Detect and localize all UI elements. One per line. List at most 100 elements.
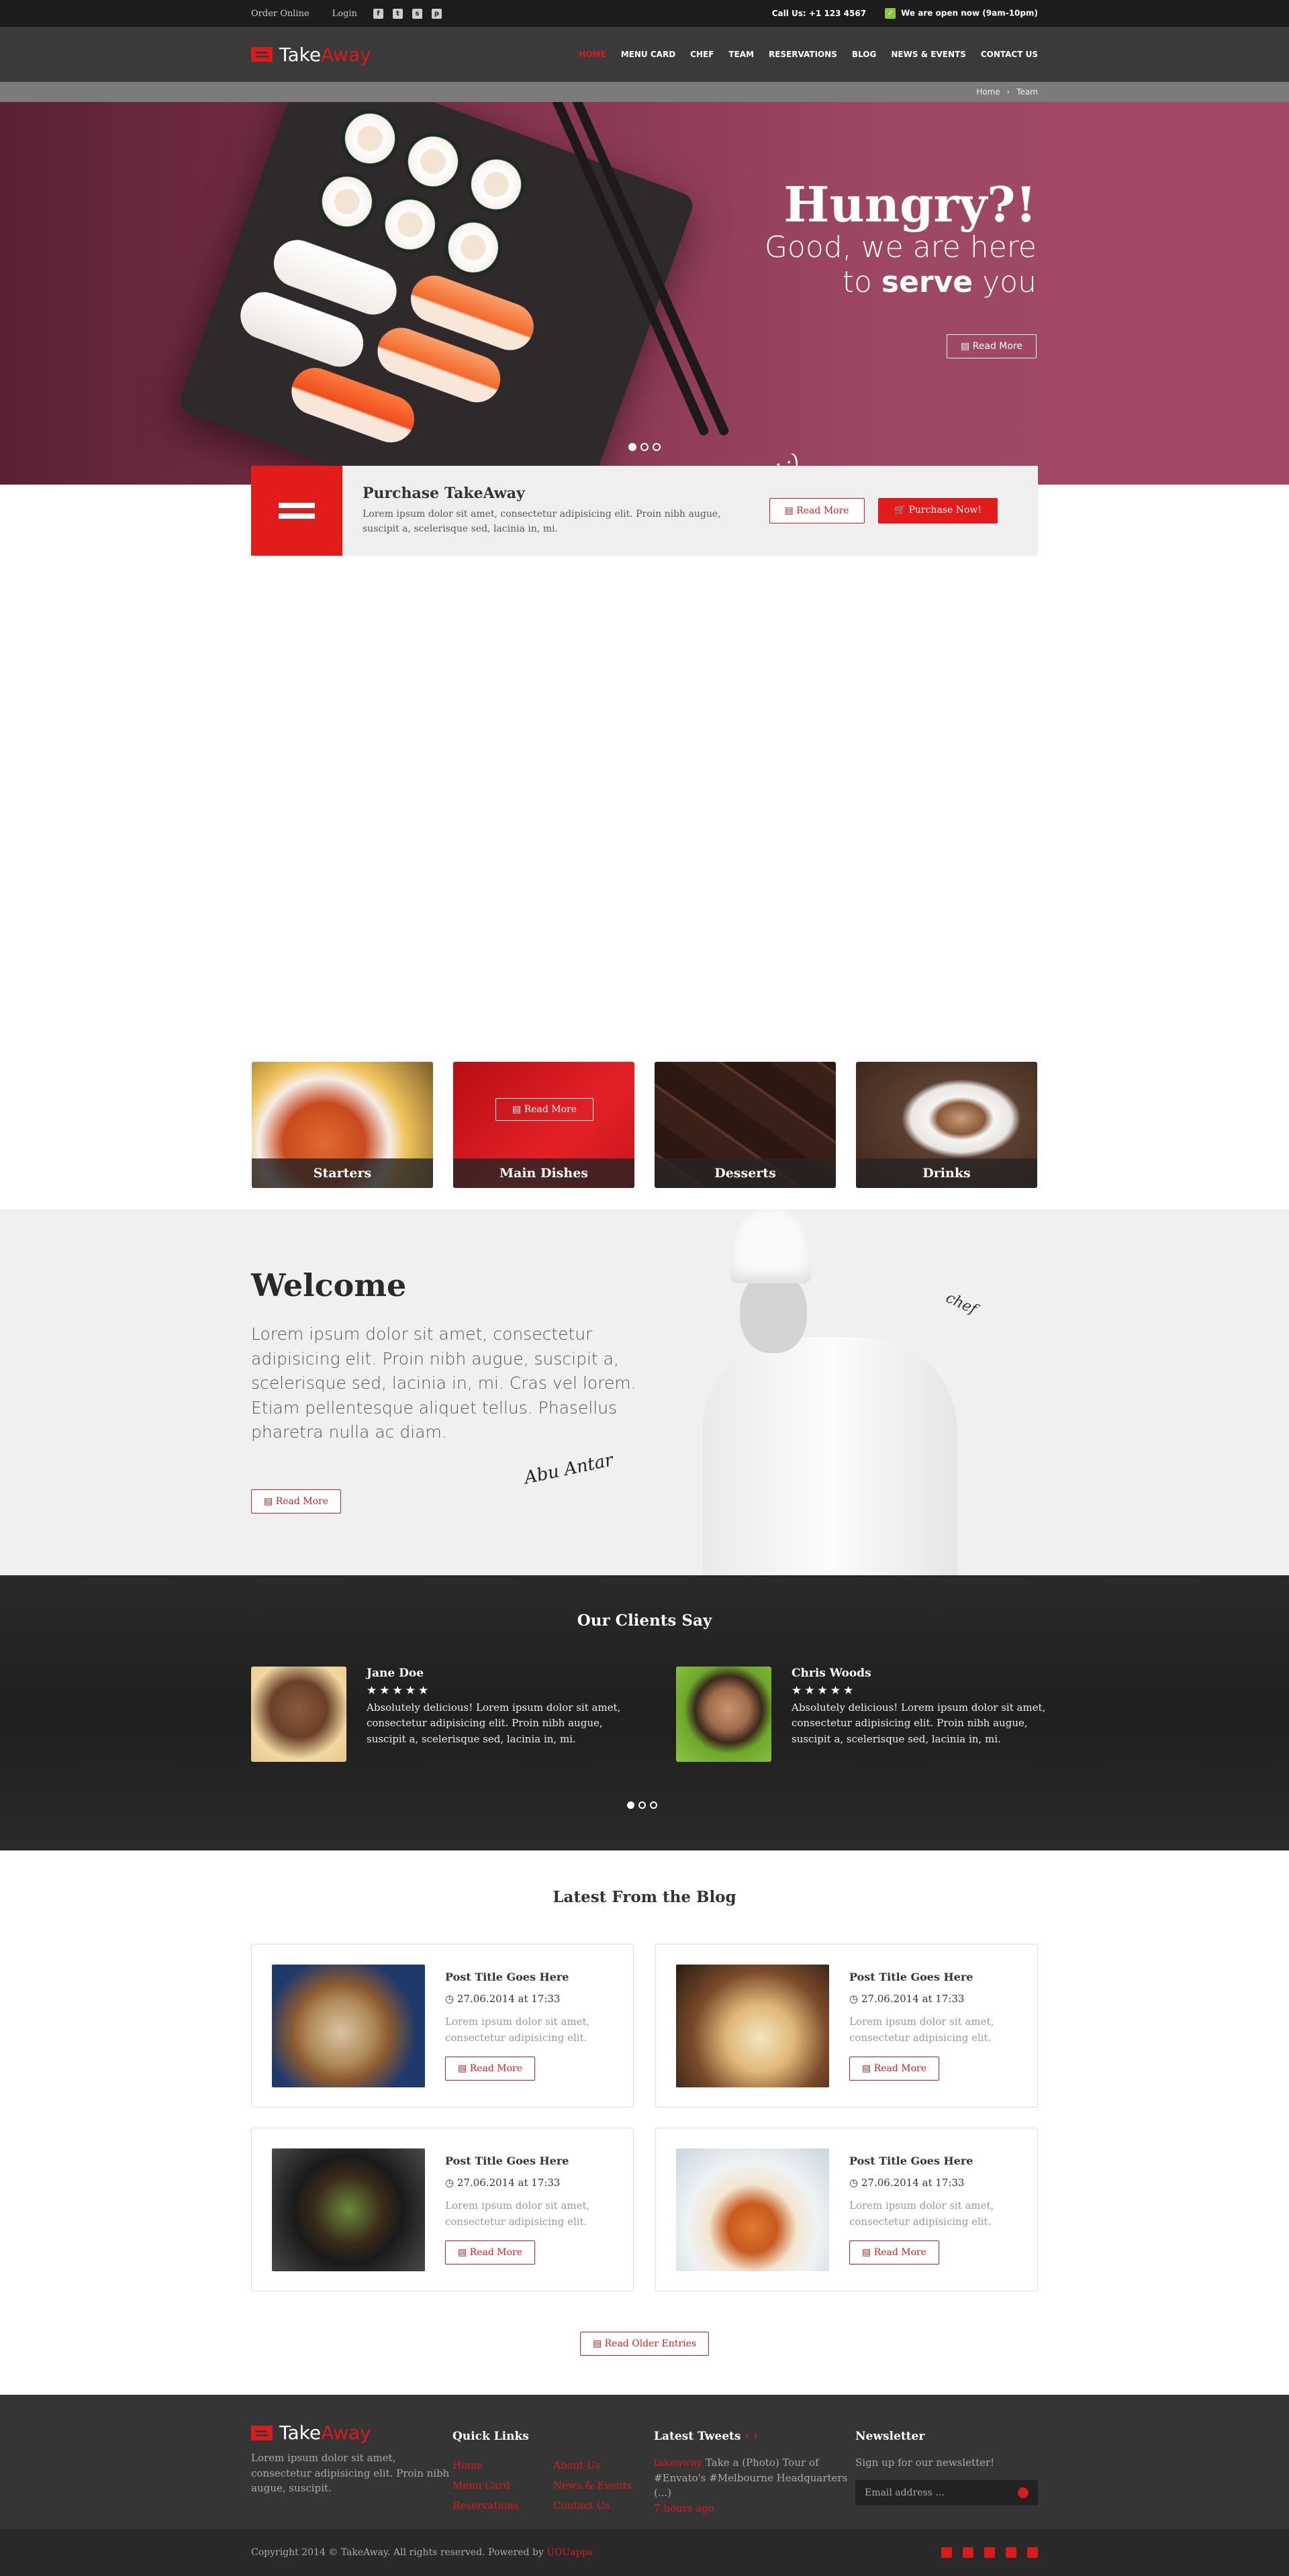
purchase-now-button[interactable]: 🛒 Purchase Now! bbox=[877, 498, 998, 524]
hero-title: Hungry?! bbox=[783, 176, 1037, 233]
slider-dot[interactable] bbox=[653, 443, 661, 451]
hero-line-2-b: serve bbox=[881, 264, 973, 299]
linkedin-icon[interactable] bbox=[1006, 2547, 1016, 2558]
post-read-more-button[interactable]: ▤ Read More bbox=[445, 2240, 536, 2265]
post-excerpt: Lorem ipsum dolor sit amet, consectetur … bbox=[849, 2199, 994, 2228]
blog-post: Post Title Goes Here ◷ 27.06.2014 at 17:… bbox=[655, 1944, 1038, 2108]
nav-reservations[interactable]: RESERVATIONS bbox=[769, 50, 837, 59]
twitter-icon[interactable]: t bbox=[392, 8, 403, 19]
footer: Take Away Lorem ipsum dolor sit amet, con… bbox=[0, 2395, 1289, 2529]
testimonial-text: Absolutely delicious! Lorem ipsum dolor … bbox=[367, 1701, 621, 1745]
open-status-text: We are open now (9am-10pm) bbox=[901, 8, 1038, 18]
login-link[interactable]: Login bbox=[332, 9, 357, 19]
sushi-roll bbox=[459, 147, 534, 221]
post-image[interactable] bbox=[676, 2148, 829, 2271]
pinterest-icon[interactable] bbox=[1027, 2547, 1038, 2558]
slider-dot[interactable] bbox=[638, 1801, 646, 1809]
facebook-icon[interactable] bbox=[941, 2547, 952, 2558]
main-nav: HOME MENU CARD CHEF TEAM RESERVATIONS BL… bbox=[579, 50, 1038, 59]
submit-arrow-icon[interactable] bbox=[1018, 2487, 1029, 2498]
welcome-read-more-button[interactable]: ▤ Read More bbox=[251, 1489, 342, 1514]
footer-link-home[interactable]: Home bbox=[452, 2455, 553, 2475]
post-image[interactable] bbox=[676, 1964, 829, 2087]
nav-contact-us[interactable]: CONTACT US bbox=[981, 50, 1038, 59]
post-date-text: 27.06.2014 at 17:33 bbox=[457, 2177, 561, 2189]
post-date: ◷ 27.06.2014 at 17:33 bbox=[849, 1993, 1017, 2005]
post-date: ◷ 27.06.2014 at 17:33 bbox=[445, 1993, 613, 2005]
tweet-prev-icon[interactable]: ‹ bbox=[745, 2430, 749, 2443]
purchase-text: Lorem ipsum dolor sit amet, consectetur … bbox=[363, 509, 721, 534]
post-image[interactable] bbox=[272, 2148, 425, 2271]
nav-chef[interactable]: CHEF bbox=[690, 50, 714, 59]
slider-dot[interactable] bbox=[640, 443, 649, 451]
nav-blog[interactable]: BLOG bbox=[852, 50, 876, 59]
nav-news-events[interactable]: NEWS & EVENTS bbox=[891, 50, 966, 59]
hero-slider: yummy :) Hungry?! Good, we are here to s… bbox=[0, 102, 1289, 485]
logo[interactable]: Take Away bbox=[251, 44, 371, 66]
tweet-next-icon[interactable]: › bbox=[753, 2430, 758, 2443]
footer-logo[interactable]: Take Away bbox=[251, 2422, 452, 2444]
tweet-time: 7 hours ago bbox=[654, 2501, 714, 2514]
tweet-handle[interactable]: takeaway bbox=[654, 2457, 702, 2469]
slider-dot[interactable] bbox=[627, 1801, 634, 1809]
skype-icon[interactable]: s bbox=[412, 8, 422, 19]
main-dishes-read-more-button[interactable]: ▤ Read More bbox=[495, 1098, 594, 1121]
nav-team[interactable]: TEAM bbox=[728, 50, 754, 59]
email-placeholder: Email address ... bbox=[865, 2487, 945, 2498]
sushi-roll bbox=[309, 164, 384, 239]
utensils-icon bbox=[251, 466, 342, 556]
post-image[interactable] bbox=[272, 1964, 425, 2087]
read-older-entries-button[interactable]: ▤ Read Older Entries bbox=[579, 2332, 710, 2356]
order-online-link[interactable]: Order Online bbox=[251, 9, 309, 19]
category-main-dishes[interactable]: ▤ Read More Main Dishes bbox=[453, 1062, 634, 1188]
category-drinks[interactable]: Drinks bbox=[856, 1062, 1037, 1188]
post-read-more-button[interactable]: ▤ Read More bbox=[849, 2240, 940, 2265]
post-title[interactable]: Post Title Goes Here bbox=[445, 2154, 613, 2167]
post-read-more-label: Read More bbox=[469, 2063, 523, 2074]
footer-link-reservations[interactable]: Reservations bbox=[452, 2495, 553, 2516]
footer-link-news-events[interactable]: News & Events bbox=[553, 2475, 654, 2495]
testimonials-section: Our Clients Say Jane Doe ★★★★★ Absolutel… bbox=[0, 1575, 1289, 1850]
newsletter-text: Sign up for our newsletter! bbox=[855, 2457, 995, 2469]
purchase-read-more-label: Read More bbox=[796, 505, 849, 516]
pinterest-icon[interactable]: p bbox=[431, 8, 442, 19]
hero-line-1: Good, we are here bbox=[764, 230, 1037, 264]
hero-read-more-button[interactable]: ▤ Read More bbox=[946, 334, 1037, 359]
category-starters[interactable]: Starters bbox=[252, 1062, 433, 1188]
newsletter-email-field[interactable]: Email address ... bbox=[855, 2479, 1038, 2506]
breadcrumb-home[interactable]: Home bbox=[976, 87, 1000, 97]
footer-link-contact[interactable]: Contact Us bbox=[553, 2495, 654, 2516]
hero-line-2-a: to bbox=[842, 264, 881, 299]
welcome-section: Welcome Lorem ipsum dolor sit amet, cons… bbox=[0, 1209, 1289, 1575]
slider-dot[interactable] bbox=[650, 1801, 657, 1809]
logo-text-away: Away bbox=[321, 2422, 371, 2444]
facebook-icon[interactable]: f bbox=[373, 8, 383, 19]
slider-dot[interactable] bbox=[628, 443, 636, 451]
main-dishes-read-more-label: Read More bbox=[524, 1104, 577, 1115]
post-read-more-button[interactable]: ▤ Read More bbox=[849, 2056, 940, 2081]
post-title[interactable]: Post Title Goes Here bbox=[849, 2154, 1017, 2167]
youtube-icon[interactable] bbox=[984, 2547, 995, 2558]
read-older-entries-label: Read Older Entries bbox=[604, 2338, 697, 2349]
post-excerpt: Lorem ipsum dolor sit amet, consectetur … bbox=[445, 2016, 590, 2044]
breadcrumb-current: Team bbox=[1016, 87, 1038, 97]
category-desserts[interactable]: Desserts bbox=[655, 1062, 836, 1188]
nav-menu-card[interactable]: MENU CARD bbox=[621, 50, 675, 59]
footer-link-about[interactable]: About Us bbox=[553, 2455, 654, 2475]
breadcrumb-separator-icon: › bbox=[1006, 87, 1010, 97]
post-read-more-label: Read More bbox=[469, 2246, 523, 2258]
post-title[interactable]: Post Title Goes Here bbox=[445, 1971, 613, 1983]
purchase-read-more-button[interactable]: ▤ Read More bbox=[769, 498, 865, 524]
hero-line-2-c: you bbox=[973, 264, 1037, 299]
footer-link-menu-card[interactable]: Menu Card bbox=[452, 2475, 553, 2495]
post-read-more-button[interactable]: ▤ Read More bbox=[445, 2056, 536, 2081]
logo-text-take: Take bbox=[279, 43, 322, 66]
quick-links-title: Quick Links bbox=[452, 2430, 529, 2443]
hero-read-more-label: Read More bbox=[972, 341, 1022, 352]
nav-home[interactable]: HOME bbox=[579, 50, 606, 59]
post-title[interactable]: Post Title Goes Here bbox=[849, 1971, 1017, 1983]
twitter-icon[interactable] bbox=[963, 2547, 973, 2558]
chef-photo bbox=[702, 1209, 957, 1575]
clock-icon: ◷ bbox=[445, 1993, 457, 2005]
powered-by-link[interactable]: UOUapps bbox=[546, 2547, 593, 2558]
